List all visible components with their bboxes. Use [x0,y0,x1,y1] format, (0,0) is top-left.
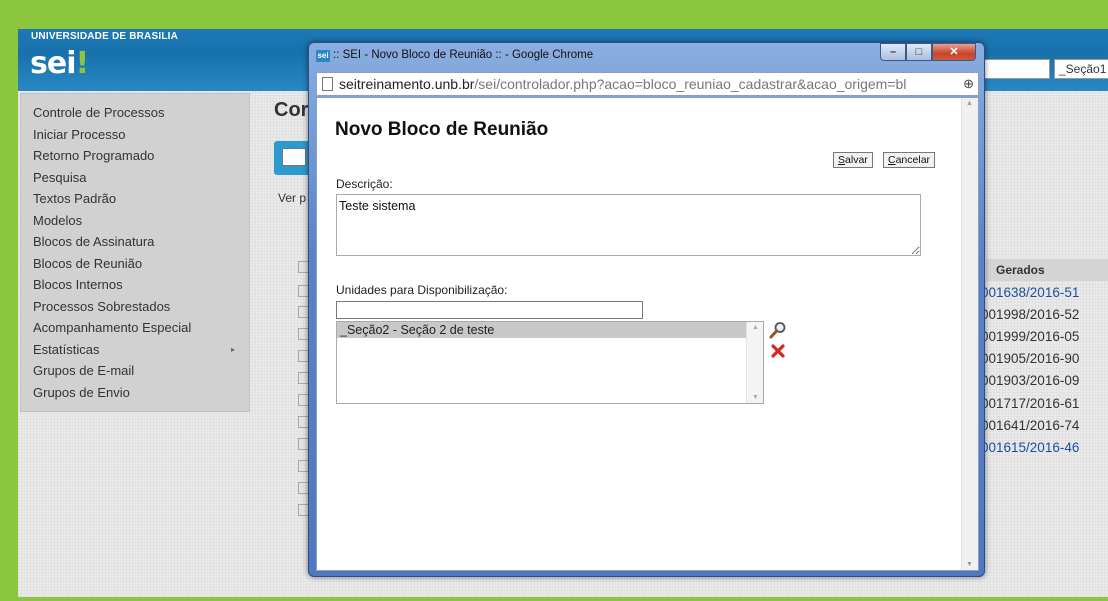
scroll-down-icon[interactable]: ▼ [966,561,973,568]
process-link[interactable]: 001905/2016-90 [981,351,1079,366]
url-text[interactable]: seitreinamento.unb.br/sei/controlador.ph… [339,76,954,92]
sidebar-item-textos-padrao[interactable]: Textos Padrão [21,188,249,210]
units-label: Unidades para Disponibilização: [336,283,508,297]
process-link[interactable]: 001998/2016-52 [981,307,1079,322]
zoom-icon[interactable]: ⊕ [963,76,974,92]
form-title: Novo Bloco de Reunião [335,119,549,140]
sei-favicon-icon: sei [316,50,330,62]
process-link[interactable]: 001717/2016-61 [981,396,1079,411]
window-title: :: SEI - Novo Bloco de Reunião :: - Goog… [333,49,594,61]
submenu-arrow-icon: ▸ [230,344,235,354]
university-name: UNIVERSIDADE DE BRASILIA [31,31,179,42]
maximize-button[interactable]: □ [906,43,932,61]
sidebar-item-modelos[interactable]: Modelos [21,210,249,232]
sidebar-item-grupos-envio[interactable]: Grupos de Envio [21,382,249,404]
description-label: Descrição: [336,177,393,191]
document-icon [322,77,333,91]
description-field[interactable]: Teste sistema [336,194,921,256]
process-link[interactable]: 001615/2016-46 [981,440,1079,455]
sidebar-item-controle-processos[interactable]: Controle de Processos [21,102,249,124]
window-controls: – □ ✕ [880,43,976,61]
window-titlebar[interactable]: sei :: SEI - Novo Bloco de Reunião :: - … [309,43,984,69]
save-button[interactable]: Salvar [833,152,873,168]
sidebar-menu: Controle de Processos Iniciar Processo R… [20,93,250,412]
process-link[interactable]: 001999/2016-05 [981,329,1079,344]
sidebar-item-pesquisa[interactable]: Pesquisa [21,167,249,189]
magnifier-icon[interactable] [769,321,787,339]
sidebar-item-iniciar-processo[interactable]: Iniciar Processo [21,124,249,146]
page-scrollbar[interactable]: ▲ ▼ [961,98,978,570]
page-title: Cor [274,99,309,121]
sidebar-item-estatisticas[interactable]: Estatísticas ▸ [21,339,249,361]
close-button[interactable]: ✕ [932,43,976,61]
search-input[interactable] [978,59,1050,79]
units-listbox[interactable]: _Seção2 - Seção 2 de teste ▲ ▼ [336,321,764,404]
scroll-up-icon[interactable]: ▲ [966,100,973,107]
process-link[interactable]: 001641/2016-74 [981,418,1079,433]
unit-search-input[interactable] [336,301,643,319]
listbox-scrollbar[interactable]: ▲ ▼ [746,322,763,403]
process-link[interactable]: 001903/2016-09 [981,373,1079,388]
red-x-icon[interactable] [770,343,786,359]
sidebar-item-grupos-email[interactable]: Grupos de E-mail [21,360,249,382]
sidebar-item-processos-sobrestados[interactable]: Processos Sobrestados [21,296,249,318]
scroll-up-icon[interactable]: ▲ [752,324,759,331]
minimize-button[interactable]: – [880,43,906,61]
unit-selector[interactable]: _Seção1 ▾ [1054,59,1108,79]
scroll-down-icon[interactable]: ▼ [752,394,759,401]
list-item[interactable]: _Seção2 - Seção 2 de teste [337,322,746,338]
sidebar-item-blocos-internos[interactable]: Blocos Internos [21,274,249,296]
sidebar-item-blocos-reuniao[interactable]: Blocos de Reunião [21,253,249,275]
popup-content: Novo Bloco de Reunião Salvar Cancelar De… [316,97,979,571]
column-header-gerados[interactable]: Gerados [986,259,1108,281]
cancel-button[interactable]: Cancelar [883,152,936,168]
address-bar[interactable]: seitreinamento.unb.br/sei/controlador.ph… [316,72,979,96]
sei-logo[interactable]: sei! [30,46,89,81]
process-link[interactable]: 001638/2016-51 [981,285,1079,300]
view-text: Ver p [278,191,307,205]
sidebar-item-acompanhamento-especial[interactable]: Acompanhamento Especial [21,317,249,339]
sidebar-item-retorno-programado[interactable]: Retorno Programado [21,145,249,167]
chrome-popup-window: sei :: SEI - Novo Bloco de Reunião :: - … [308,42,985,577]
sidebar-item-blocos-assinatura[interactable]: Blocos de Assinatura [21,231,249,253]
